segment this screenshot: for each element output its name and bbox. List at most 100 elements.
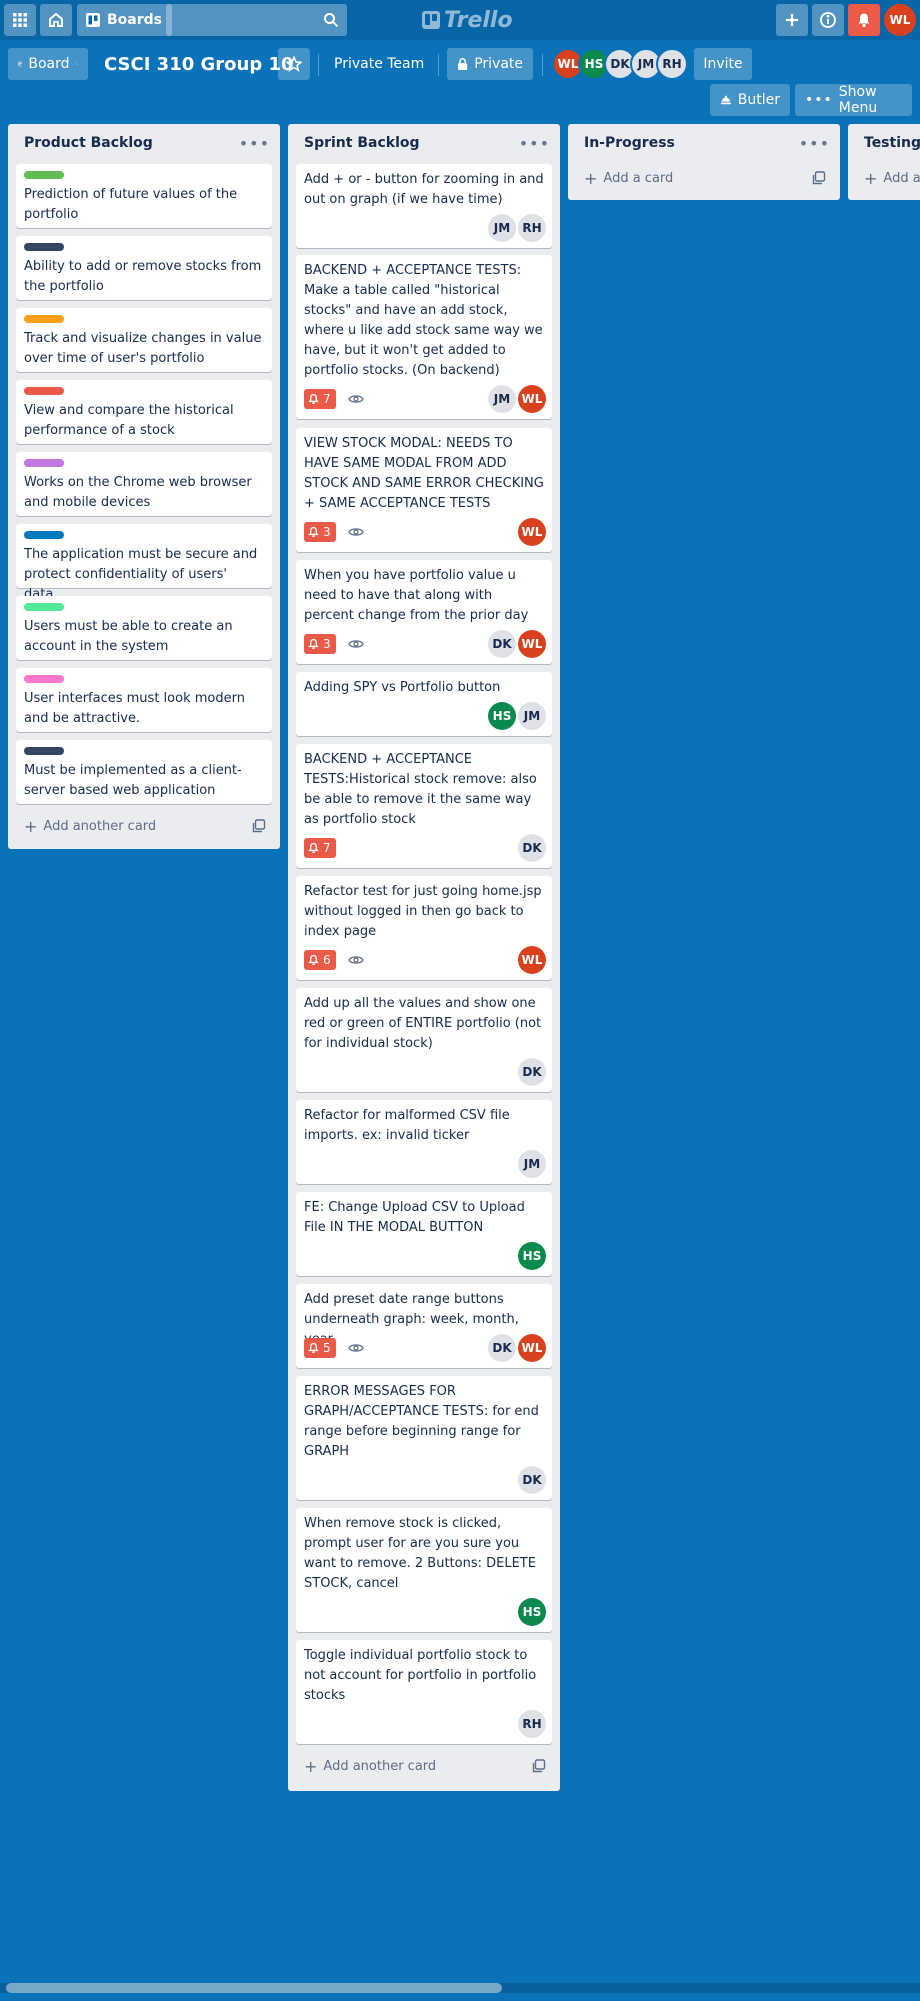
list-title[interactable]: Product Backlog bbox=[24, 135, 153, 151]
card-member-avatar[interactable]: HS bbox=[488, 702, 516, 730]
card[interactable]: Users must be able to create an account … bbox=[16, 596, 272, 660]
card-member-avatar[interactable]: WL bbox=[518, 630, 546, 658]
card[interactable]: View and compare the historical performa… bbox=[16, 380, 272, 444]
search-box[interactable] bbox=[166, 4, 347, 36]
card-label[interactable] bbox=[24, 243, 64, 251]
home-icon bbox=[49, 12, 63, 27]
card-member-avatar[interactable]: DK bbox=[518, 1058, 546, 1086]
card-member-avatar[interactable]: DK bbox=[488, 1334, 516, 1362]
card-label[interactable] bbox=[24, 675, 64, 683]
visibility-button[interactable]: Private bbox=[447, 48, 533, 80]
due-date-badge[interactable]: 7 bbox=[304, 838, 336, 858]
scrollbar-thumb[interactable] bbox=[6, 1983, 502, 1993]
board-title[interactable]: CSCI 310 Group 10 bbox=[104, 50, 294, 78]
card-member-avatar[interactable]: WL bbox=[518, 1334, 546, 1362]
list-title[interactable]: In-Progress bbox=[584, 135, 675, 151]
card-member-avatar[interactable]: JM bbox=[488, 385, 516, 413]
add-card-button[interactable]: + Add another card bbox=[16, 812, 156, 840]
card-template-icon[interactable] bbox=[532, 1759, 546, 1773]
search-input[interactable] bbox=[166, 4, 347, 36]
card[interactable]: Works on the Chrome web browser and mobi… bbox=[16, 452, 272, 516]
card-template-icon[interactable] bbox=[252, 819, 266, 833]
card[interactable]: The application must be secure and prote… bbox=[16, 524, 272, 602]
card[interactable]: Adding SPY vs Portfolio button HS JM bbox=[296, 672, 552, 736]
card[interactable]: BACKEND + ACCEPTANCE TESTS: Make a table… bbox=[296, 255, 552, 419]
user-avatar[interactable]: WL bbox=[884, 4, 916, 36]
card-label[interactable] bbox=[24, 747, 64, 755]
team-button[interactable]: Private Team bbox=[326, 48, 432, 80]
list-menu-icon[interactable]: ••• bbox=[799, 134, 830, 153]
card-member-avatar[interactable]: RH bbox=[518, 214, 546, 242]
card-member-avatar[interactable]: WL bbox=[518, 385, 546, 413]
card-member-avatar[interactable]: JM bbox=[488, 214, 516, 242]
card[interactable]: Prediction of future values of the portf… bbox=[16, 164, 272, 228]
card-title: Must be implemented as a client-server b… bbox=[24, 763, 242, 798]
card[interactable]: Refactor for malformed CSV file imports.… bbox=[296, 1100, 552, 1184]
card[interactable]: When you have portfolio value u need to … bbox=[296, 560, 552, 664]
card[interactable]: Toggle individual portfolio stock to not… bbox=[296, 1640, 552, 1744]
apps-grid-icon[interactable] bbox=[4, 4, 36, 36]
card-member-avatar[interactable]: JM bbox=[518, 702, 546, 730]
star-button[interactable] bbox=[278, 48, 310, 80]
add-card-button[interactable]: + Add another card bbox=[296, 1752, 436, 1780]
card-member-avatar[interactable]: JM bbox=[518, 1150, 546, 1178]
card[interactable]: BACKEND + ACCEPTANCE TESTS:Historical st… bbox=[296, 744, 552, 868]
member-avatar[interactable]: RH bbox=[656, 48, 688, 80]
card-label[interactable] bbox=[24, 603, 64, 611]
butler-button[interactable]: Butler bbox=[710, 84, 790, 116]
card-label[interactable] bbox=[24, 459, 64, 467]
boards-label: Boards bbox=[107, 12, 162, 28]
due-date-badge[interactable]: 7 bbox=[304, 389, 336, 409]
card[interactable]: Add preset date range buttons underneath… bbox=[296, 1284, 552, 1368]
show-menu-button[interactable]: ••• Show Menu bbox=[795, 84, 912, 116]
card-label[interactable] bbox=[24, 387, 64, 395]
card[interactable]: Track and visualize changes in value ove… bbox=[16, 308, 272, 372]
list-title[interactable]: Sprint Backlog bbox=[304, 135, 420, 151]
list-title[interactable]: Testing bbox=[864, 135, 920, 151]
card-title: Refactor test for just going home.jsp wi… bbox=[304, 884, 542, 939]
card[interactable]: Ability to add or remove stocks from the… bbox=[16, 236, 272, 300]
list-menu-icon[interactable]: ••• bbox=[239, 134, 270, 153]
card[interactable]: Refactor test for just going home.jsp wi… bbox=[296, 876, 552, 980]
card-label[interactable] bbox=[24, 531, 64, 539]
top-header: Boards Trello WL bbox=[0, 0, 920, 40]
boards-button[interactable]: Boards bbox=[77, 4, 172, 36]
due-date-badge[interactable]: 6 bbox=[304, 950, 336, 970]
card[interactable]: FE: Change Upload CSV to Upload File IN … bbox=[296, 1192, 552, 1276]
card[interactable]: ERROR MESSAGES FOR GRAPH/ACCEPTANCE TEST… bbox=[296, 1376, 552, 1500]
bell-icon bbox=[858, 13, 870, 28]
due-date-badge[interactable]: 5 bbox=[304, 1338, 336, 1358]
card-member-avatar[interactable]: RH bbox=[518, 1710, 546, 1738]
card[interactable]: VIEW STOCK MODAL: NEEDS TO HAVE SAME MOD… bbox=[296, 428, 552, 552]
create-button[interactable] bbox=[776, 4, 808, 36]
info-button[interactable] bbox=[812, 4, 844, 36]
card-title: FE: Change Upload CSV to Upload File IN … bbox=[304, 1200, 525, 1235]
invite-button[interactable]: Invite bbox=[694, 48, 752, 80]
card[interactable]: Must be implemented as a client-server b… bbox=[16, 740, 272, 804]
card-title: Users must be able to create an account … bbox=[24, 619, 233, 654]
add-card-button[interactable]: + Add a card bbox=[856, 164, 920, 192]
add-card-button[interactable]: + Add a card bbox=[576, 164, 673, 192]
card-member-avatar[interactable]: DK bbox=[488, 630, 516, 658]
card-member-avatar[interactable]: WL bbox=[518, 946, 546, 974]
card-member-avatar[interactable]: HS bbox=[518, 1598, 546, 1626]
due-date-badge[interactable]: 3 bbox=[304, 522, 336, 542]
board-view-switcher[interactable]: Board bbox=[8, 48, 88, 80]
card-title: BACKEND + ACCEPTANCE TESTS: Make a table… bbox=[304, 263, 543, 378]
card[interactable]: Add + or - button for zooming in and out… bbox=[296, 164, 552, 248]
card-label[interactable] bbox=[24, 315, 64, 323]
trello-logo[interactable]: Trello bbox=[422, 6, 513, 34]
list-menu-icon[interactable]: ••• bbox=[519, 134, 550, 153]
card[interactable]: When remove stock is clicked, prompt use… bbox=[296, 1508, 552, 1632]
due-date-badge[interactable]: 3 bbox=[304, 634, 336, 654]
card-member-avatar[interactable]: DK bbox=[518, 834, 546, 862]
card[interactable]: Add up all the values and show one red o… bbox=[296, 988, 552, 1092]
card-template-icon[interactable] bbox=[812, 171, 826, 185]
notifications-button[interactable] bbox=[848, 4, 880, 36]
card-label[interactable] bbox=[24, 171, 64, 179]
card-member-avatar[interactable]: WL bbox=[518, 518, 546, 546]
card[interactable]: User interfaces must look modern and be … bbox=[16, 668, 272, 732]
home-button[interactable] bbox=[40, 4, 72, 36]
card-member-avatar[interactable]: DK bbox=[518, 1466, 546, 1494]
card-member-avatar[interactable]: HS bbox=[518, 1242, 546, 1270]
